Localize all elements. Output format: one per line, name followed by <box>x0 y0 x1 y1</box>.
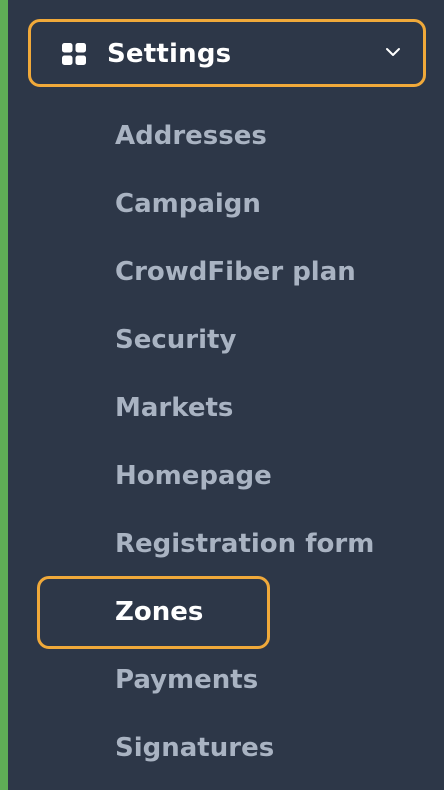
settings-menu-toggle[interactable]: Settings <box>28 19 426 87</box>
sidebar-item-markets[interactable]: Markets <box>115 388 233 428</box>
sidebar-item-campaign[interactable]: Campaign <box>115 184 261 224</box>
sidebar-item-zones[interactable]: Zones <box>115 592 203 632</box>
sidebar-item-payments[interactable]: Payments <box>115 660 258 700</box>
sidebar-item-addresses[interactable]: Addresses <box>115 116 267 156</box>
sidebar-item-homepage[interactable]: Homepage <box>115 456 272 496</box>
sidebar-item-security[interactable]: Security <box>115 320 236 360</box>
sidebar: Settings Addresses Campaign CrowdFiber p… <box>0 0 444 790</box>
sidebar-item-registration-form[interactable]: Registration form <box>115 524 374 564</box>
grid-icon <box>62 43 86 65</box>
chevron-down-icon <box>386 48 400 56</box>
sidebar-item-crowdfiber-plan[interactable]: CrowdFiber plan <box>115 252 356 292</box>
sidebar-accent-bar <box>0 0 8 790</box>
settings-label: Settings <box>107 39 232 69</box>
sidebar-item-signatures[interactable]: Signatures <box>115 728 274 768</box>
